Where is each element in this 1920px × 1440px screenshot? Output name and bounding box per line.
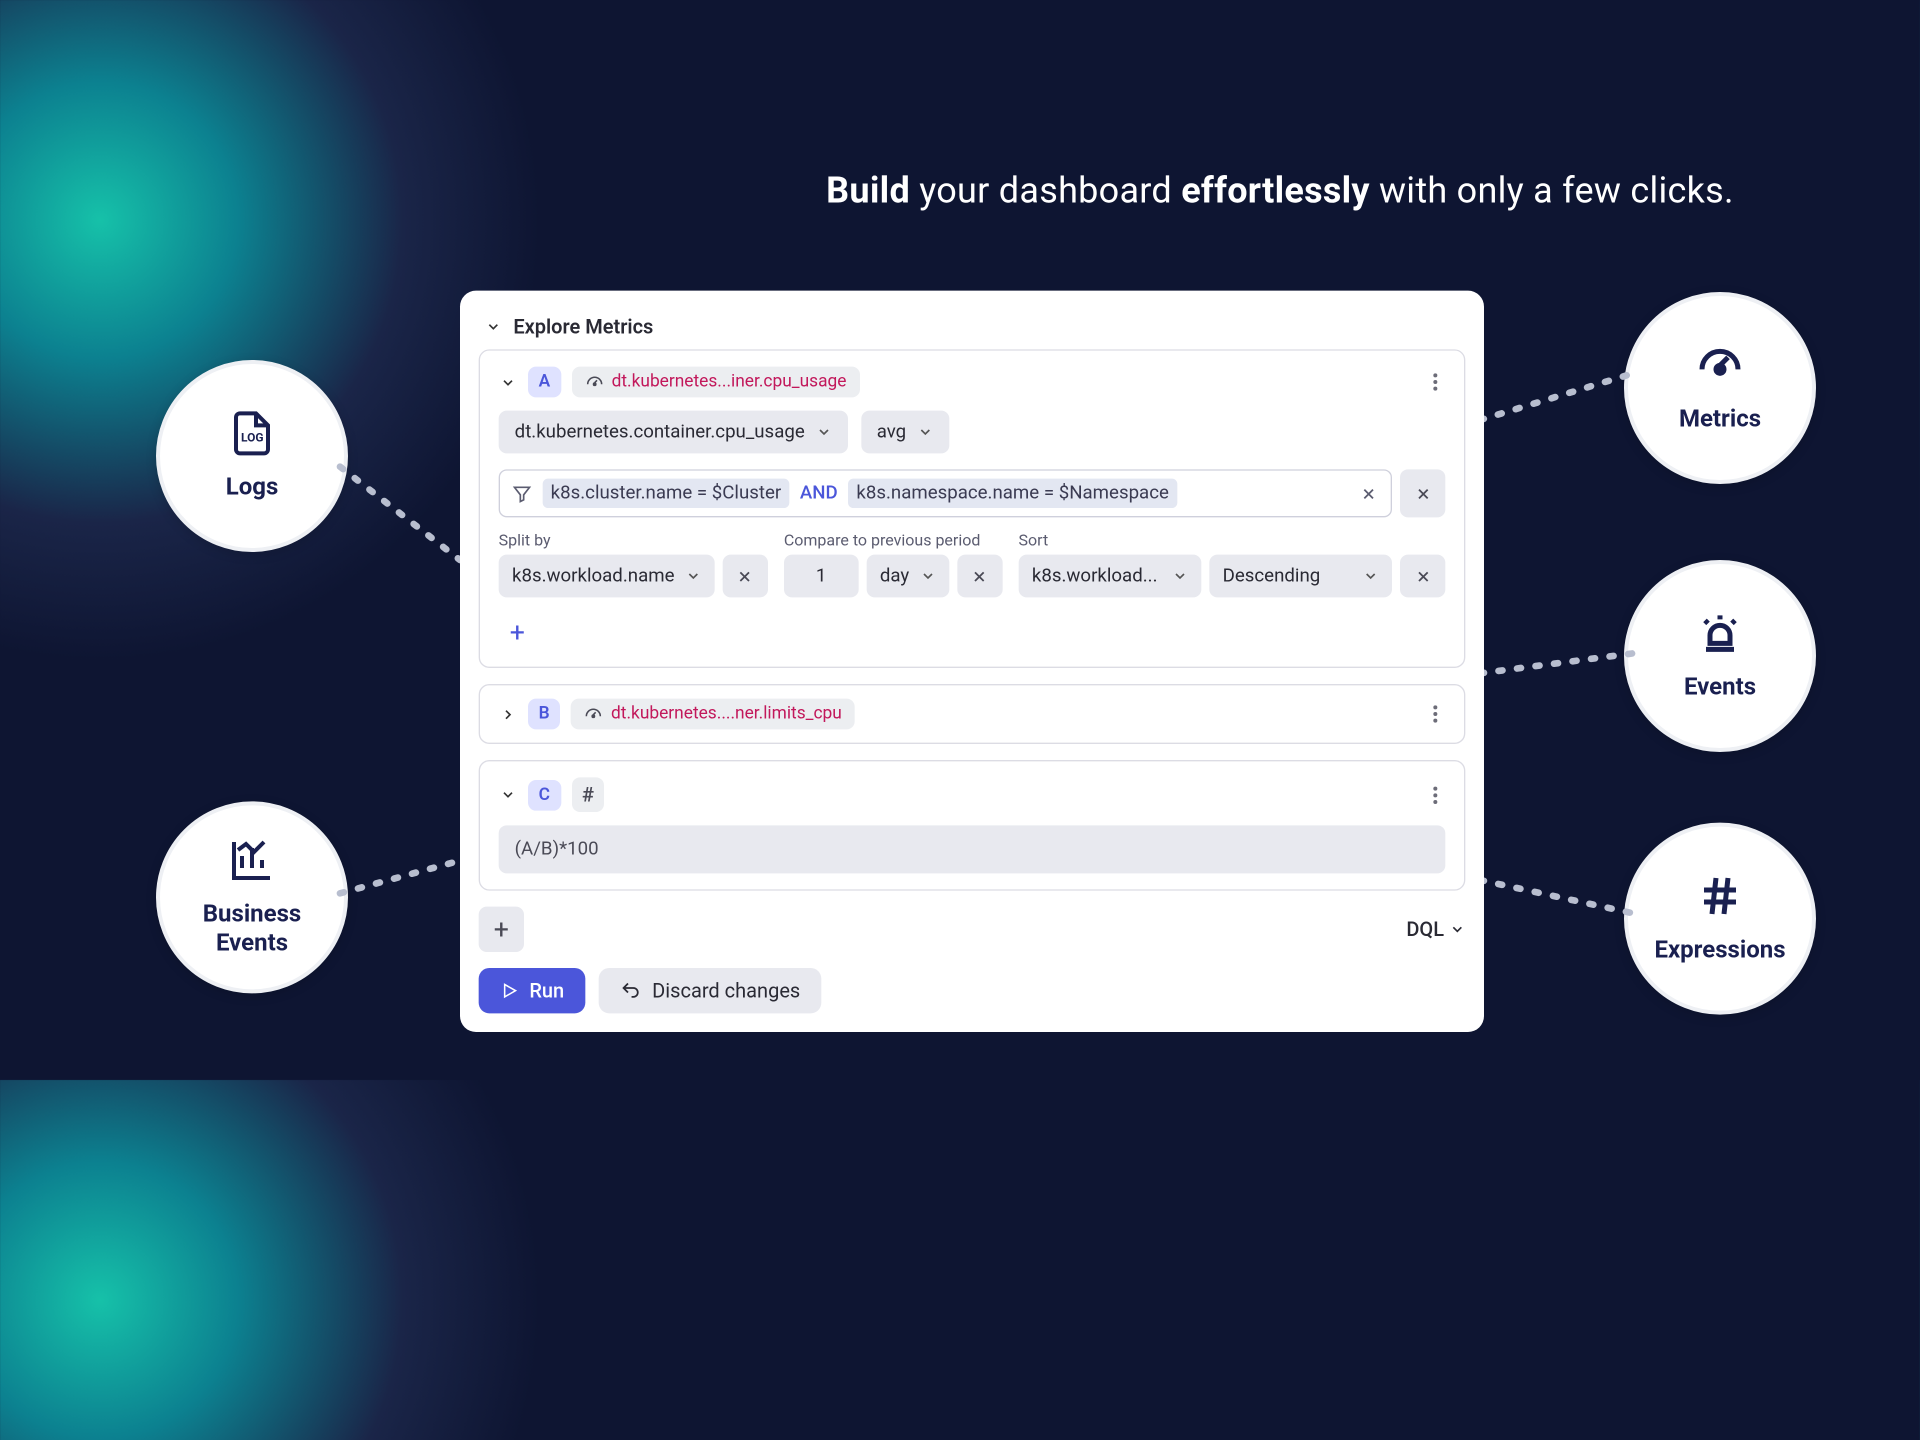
remove-sort[interactable]: [1400, 555, 1445, 598]
query-badge-b: B: [528, 699, 560, 730]
headline-b2: effortlessly: [1181, 169, 1370, 212]
bubble-logs: LOG Logs: [156, 360, 348, 552]
hash-icon: #: [571, 777, 604, 812]
bubble-events-label: Events: [1684, 674, 1756, 703]
explore-metrics-panel: Explore Metrics A dt.kubernetes...iner.c…: [460, 291, 1484, 1032]
business-events-icon: [228, 837, 276, 890]
chevron-down-icon[interactable]: [499, 373, 518, 392]
split-by-label: Split by: [499, 531, 768, 550]
metric-chip-b-name: dt.kubernetes....ner.limits_cpu: [611, 704, 842, 724]
chevron-right-icon[interactable]: [499, 705, 518, 724]
filter-pill-1[interactable]: k8s.cluster.name = $Cluster: [543, 479, 790, 508]
bubble-logs-label: Logs: [226, 474, 279, 503]
kebab-menu[interactable]: [1424, 703, 1445, 724]
compare-number[interactable]: 1: [784, 555, 859, 598]
expressions-icon: [1696, 872, 1744, 925]
filter-icon: [511, 483, 532, 504]
bubble-expressions: Expressions: [1624, 823, 1816, 1015]
headline-t1: your dashboard: [910, 169, 1181, 212]
bubble-business-label: Business Events: [203, 901, 302, 959]
sort-field-select[interactable]: k8s.workload...: [1019, 555, 1202, 598]
sort-label: Sort: [1019, 531, 1446, 550]
headline-b1: Build: [826, 169, 910, 212]
kebab-menu[interactable]: [1424, 784, 1445, 805]
run-button[interactable]: Run: [479, 968, 586, 1013]
metric-select[interactable]: dt.kubernetes.container.cpu_usage: [499, 411, 848, 454]
bubble-events: Events: [1624, 560, 1816, 752]
logs-icon: LOG: [228, 410, 276, 463]
chevron-down-icon[interactable]: [499, 785, 518, 804]
remove-compare[interactable]: [957, 555, 1002, 598]
bubble-metrics: Metrics: [1624, 292, 1816, 484]
compare-unit-select[interactable]: day: [866, 555, 949, 598]
headline-t2: with only a few clicks.: [1370, 169, 1734, 212]
query-card-a: A dt.kubernetes...iner.cpu_usage dt.kube…: [479, 349, 1466, 668]
filter-and: AND: [800, 483, 838, 504]
aggregation-select[interactable]: avg: [861, 411, 949, 454]
clear-filters[interactable]: [1356, 481, 1380, 505]
filter-input[interactable]: k8s.cluster.name = $Cluster AND k8s.name…: [499, 469, 1392, 517]
filter-pill-2[interactable]: k8s.namespace.name = $Namespace: [848, 479, 1177, 508]
add-option[interactable]: +: [499, 613, 536, 650]
remove-filter-row[interactable]: [1400, 469, 1445, 517]
gauge-icon: [585, 373, 604, 392]
bubble-metrics-label: Metrics: [1679, 406, 1761, 435]
sort-dir-select[interactable]: Descending: [1209, 555, 1392, 598]
expression-input[interactable]: (A/B)*100: [499, 825, 1446, 873]
split-by-select[interactable]: k8s.workload.name: [499, 555, 715, 598]
panel-header[interactable]: Explore Metrics: [479, 309, 1466, 349]
bubble-business-events: Business Events: [156, 801, 348, 993]
svg-text:LOG: LOG: [241, 431, 264, 445]
dql-toggle[interactable]: DQL: [1406, 917, 1465, 941]
bubble-expressions-label: Expressions: [1654, 936, 1785, 965]
query-badge-c: C: [528, 779, 561, 810]
panel-title: Explore Metrics: [513, 315, 653, 339]
query-badge-a: A: [528, 367, 561, 398]
metric-chip-a-name: dt.kubernetes...iner.cpu_usage: [612, 372, 847, 392]
headline: Build your dashboard effortlessly with o…: [0, 169, 1920, 212]
events-icon: [1696, 610, 1744, 663]
metrics-icon: [1696, 342, 1744, 395]
gauge-icon: [584, 705, 603, 724]
query-card-b: B dt.kubernetes....ner.limits_cpu: [479, 684, 1466, 744]
compare-label: Compare to previous period: [784, 531, 1003, 550]
add-query-button[interactable]: +: [479, 907, 524, 952]
metric-chip-b[interactable]: dt.kubernetes....ner.limits_cpu: [571, 699, 855, 730]
remove-split[interactable]: [722, 555, 767, 598]
chevron-down-icon: [484, 317, 503, 336]
discard-button[interactable]: Discard changes: [599, 968, 822, 1013]
kebab-menu[interactable]: [1424, 371, 1445, 392]
query-card-c: C # (A/B)*100: [479, 760, 1466, 891]
metric-chip-a[interactable]: dt.kubernetes...iner.cpu_usage: [572, 367, 860, 398]
